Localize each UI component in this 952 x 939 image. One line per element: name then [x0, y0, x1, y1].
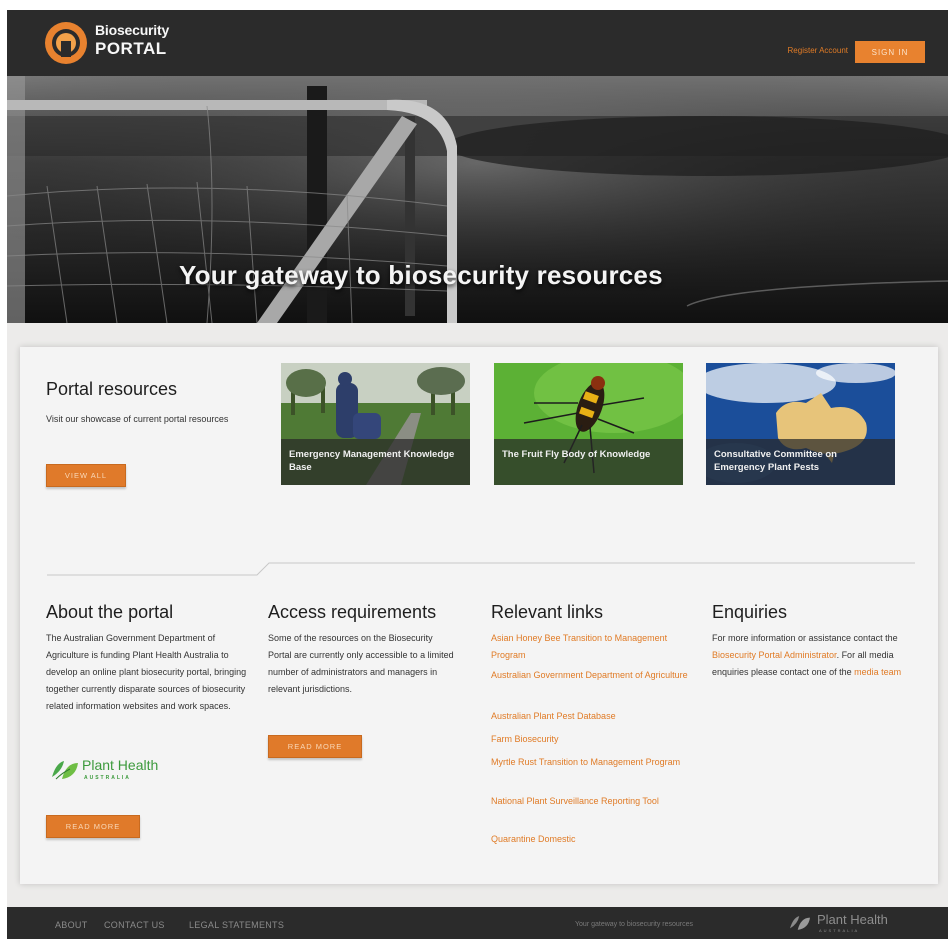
main-content-card: Portal resources Visit our showcase of c… — [20, 347, 938, 884]
sign-in-button[interactable]: SIGN IN — [855, 41, 925, 63]
site-logo[interactable]: Biosecurity PORTAL — [43, 18, 203, 68]
plant-health-australia-logo: Plant Health AUSTRALIA — [50, 755, 190, 785]
access-requirements-title: Access requirements — [268, 602, 437, 622]
enquiries-text-part-a: For more information or assistance conta… — [712, 633, 898, 643]
portal-resources-title: Portal resources — [46, 379, 178, 399]
link-asian-honey-bee[interactable]: Asian Honey Bee Transition to Management… — [491, 630, 691, 664]
footer-leaf-icon — [790, 916, 810, 930]
link-farm-biosecurity[interactable]: Farm Biosecurity — [491, 731, 691, 748]
register-account-link[interactable]: Register Account — [788, 46, 848, 55]
resource-tile-consultative-committee[interactable]: Consultative Committee on Emergency Plan… — [706, 363, 895, 485]
logo-text-biosecurity: Biosecurity — [95, 22, 170, 38]
footer-logo-text: Plant Health — [817, 912, 888, 927]
plant-health-logo-subtext: AUSTRALIA — [84, 775, 131, 781]
footer-legal-link[interactable]: LEGAL STATEMENTS — [189, 920, 284, 930]
section-divider — [47, 562, 915, 576]
resource-tile-fruit-fly[interactable]: The Fruit Fly Body of Knowledge — [494, 363, 683, 485]
enquiries-text: For more information or assistance conta… — [712, 630, 912, 681]
logo-text-portal: PORTAL — [95, 39, 167, 58]
tile-caption: Emergency Management Knowledge Base — [281, 439, 470, 485]
site-footer: ABOUT CONTACT US LEGAL STATEMENTS Your g… — [7, 907, 948, 939]
link-dept-agriculture[interactable]: Australian Government Department of Agri… — [491, 667, 691, 684]
media-team-link[interactable]: media team — [854, 667, 901, 677]
enquiries-title: Enquiries — [712, 602, 788, 622]
link-myrtle-rust[interactable]: Myrtle Rust Transition to Management Pro… — [491, 754, 691, 771]
portal-administrator-link[interactable]: Biosecurity Portal Administrator — [712, 650, 837, 660]
footer-plant-health-logo: Plant Health AUSTRALIA — [787, 912, 917, 934]
access-read-more-button[interactable]: READ MORE — [268, 735, 362, 758]
relevant-links-title: Relevant links — [491, 602, 604, 622]
site-header: Biosecurity PORTAL Register Account SIGN… — [7, 10, 948, 76]
footer-about-link[interactable]: ABOUT — [55, 920, 88, 930]
access-requirements-text: Some of the resources on the Biosecurity… — [268, 633, 454, 694]
view-all-button[interactable]: VIEW ALL — [46, 464, 126, 487]
about-portal-title: About the portal — [46, 602, 174, 622]
footer-contact-link[interactable]: CONTACT US — [104, 920, 165, 930]
tile-caption: The Fruit Fly Body of Knowledge — [494, 439, 683, 485]
portal-logo-icon — [45, 22, 87, 64]
link-quarantine-domestic[interactable]: Quarantine Domestic — [491, 831, 691, 848]
hero-title: Your gateway to biosecurity resources — [179, 260, 663, 290]
footer-logo-subtext: AUSTRALIA — [819, 928, 860, 933]
link-plant-pest-database[interactable]: Australian Plant Pest Database — [491, 708, 691, 725]
hero-banner: Your gateway to biosecurity resources — [7, 76, 948, 323]
portal-resources-description: Visit our showcase of current portal res… — [46, 414, 229, 424]
link-surveillance-tool[interactable]: National Plant Surveillance Reporting To… — [491, 793, 691, 810]
resource-tile-emergency-management[interactable]: Emergency Management Knowledge Base — [281, 363, 470, 485]
about-portal-text: The Australian Government Department of … — [46, 633, 247, 711]
plant-health-logo-text: Plant Health — [82, 757, 159, 773]
plant-health-leaf-icon — [52, 761, 78, 780]
tile-caption: Consultative Committee on Emergency Plan… — [706, 439, 895, 485]
footer-tagline: Your gateway to biosecurity resources — [575, 921, 694, 928]
site-container: Biosecurity PORTAL Register Account SIGN… — [7, 10, 948, 939]
about-read-more-button[interactable]: READ MORE — [46, 815, 140, 838]
